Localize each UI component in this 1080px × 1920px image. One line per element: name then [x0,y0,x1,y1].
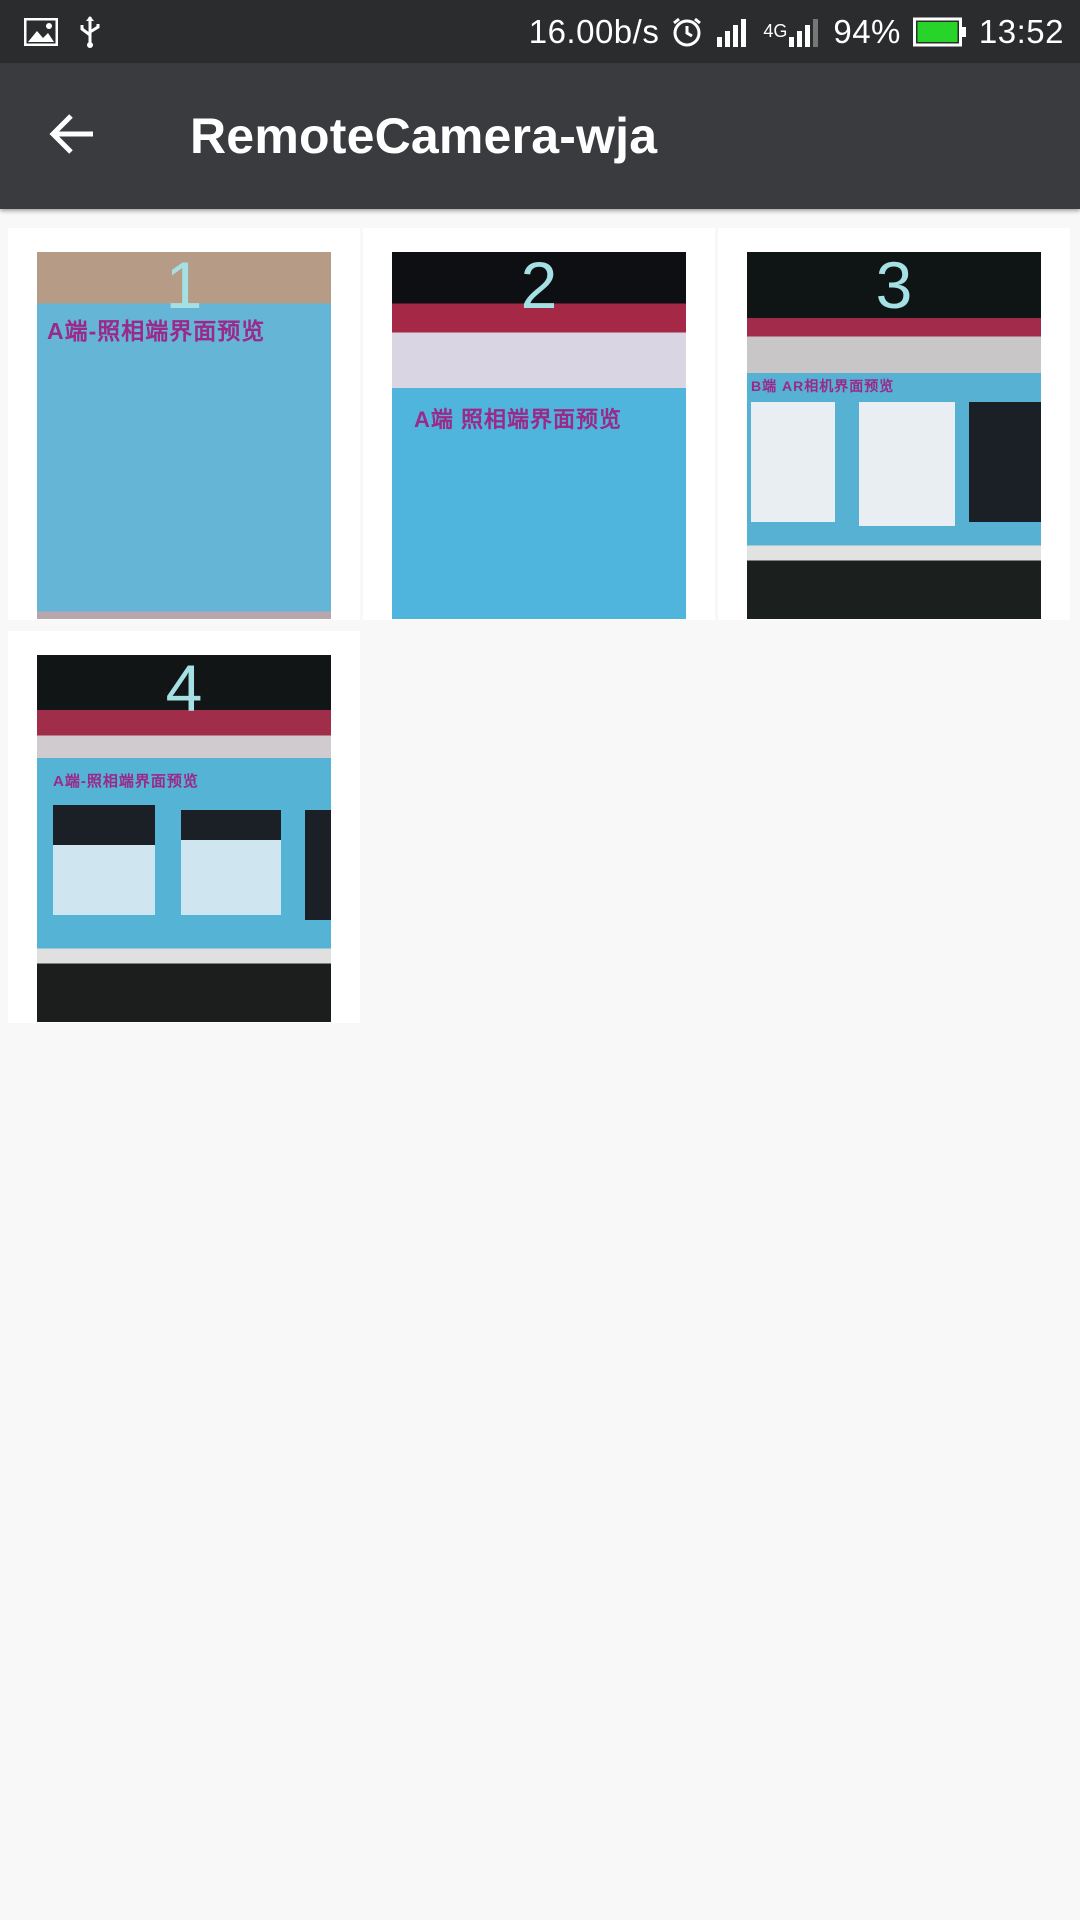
photo-thumbnail: 4 A端-照相端界面预览 [37,655,331,1022]
slide-panel [181,840,281,915]
photo-caption: A端 照相端界面预览 [414,407,623,432]
photo-number: 2 [520,252,558,322]
slide-panel [969,402,1041,522]
network-type: 4G [763,21,788,41]
slide-panel [53,845,155,915]
slide-panel [53,805,155,845]
photo-thumbnail: 2 A端 照相端界面预览 [392,252,686,619]
photo-caption: A端-照相端界面预览 [53,773,199,790]
page-title: RemoteCamera-wja [190,108,658,164]
slide-panel [859,402,955,526]
photo-thumbnail: 1 A端-照相端界面预览 [37,252,331,619]
photo-number: 3 [875,252,913,322]
signal-4g-icon: 4G [763,17,821,47]
image-icon [24,17,58,46]
photo-item[interactable]: 2 A端 照相端界面预览 [363,228,715,620]
battery-icon [912,17,967,47]
slide-panel [305,810,331,920]
photo-number: 4 [165,655,203,725]
app-bar: RemoteCamera-wja [0,63,1080,209]
signal-icon [715,17,751,47]
status-bar: 16.00b/s 4G 94% 13:52 [0,0,1080,63]
photo-caption: B端 AR相机界面预览 [751,378,895,394]
usb-icon [78,15,102,49]
slide-panel [751,402,835,522]
photo-grid: 1 A端-照相端界面预览 2 A端 照相端界面预览 3 B端 AR相机界面预览 … [0,217,1080,1023]
net-speed: 16.00b/s [528,12,660,50]
back-button[interactable] [0,63,146,209]
photo-item[interactable]: 1 A端-照相端界面预览 [8,228,360,620]
photo-item[interactable]: 3 B端 AR相机界面预览 [718,228,1070,620]
photo-item[interactable]: 4 A端-照相端界面预览 [8,631,360,1023]
photo-number: 1 [165,252,203,322]
battery-percent: 94% [833,12,901,50]
photo-thumbnail: 3 B端 AR相机界面预览 [747,252,1041,619]
arrow-left-icon [49,113,97,160]
slide-panel [181,810,281,840]
clock: 13:52 [978,12,1064,50]
alarm-icon [671,16,703,48]
